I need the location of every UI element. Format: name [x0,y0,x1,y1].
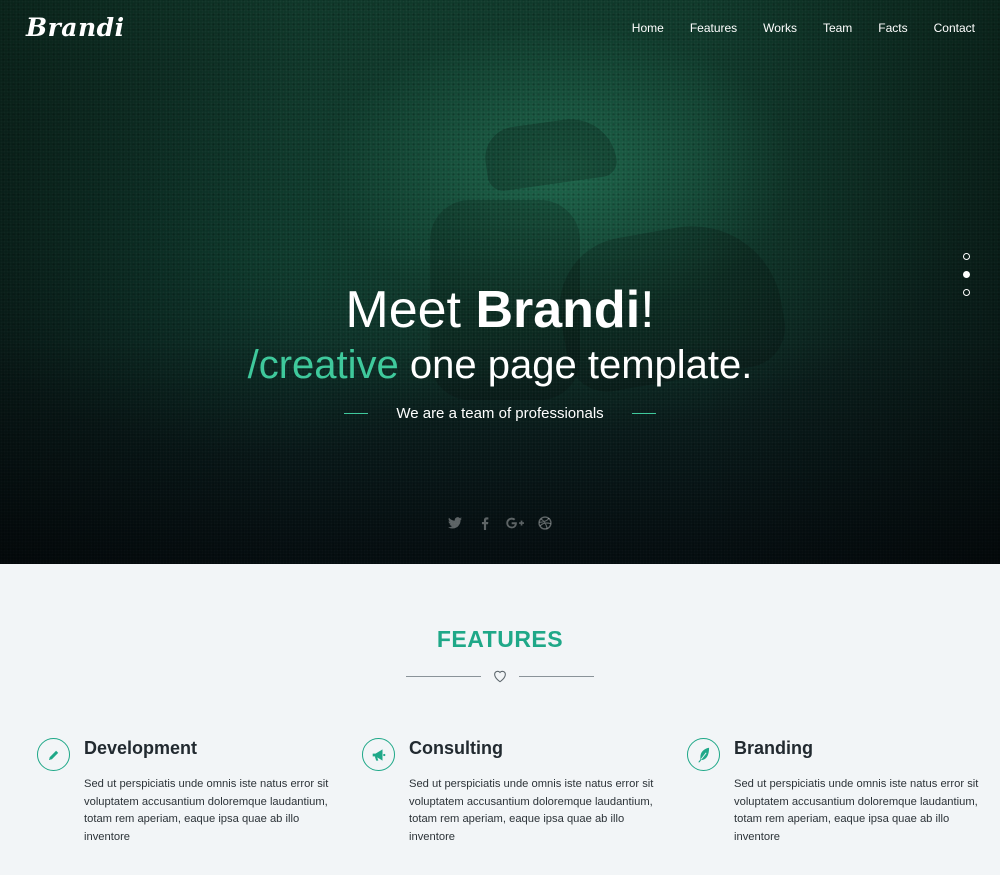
feature-heading: Development [84,738,198,758]
nav-item-works[interactable]: Works [763,21,797,35]
megaphone-icon [362,738,395,771]
twitter-icon[interactable] [446,514,464,532]
hero-section: Brandi Home Features Works Team Facts Co… [0,0,1000,564]
hero-subtitle-rest: one page template. [398,343,753,387]
tagline-divider-right [631,413,656,414]
brand-logo[interactable]: Brandi [26,13,125,42]
hero-subtitle-accent: /creative [247,343,399,387]
nav-item-contact[interactable]: Contact [934,21,975,35]
heart-icon [494,670,506,683]
feather-icon [687,738,720,771]
hero-title: Meet Brandi! [0,280,1000,340]
nav-item-home[interactable]: Home [632,21,664,35]
nav-item-features[interactable]: Features [690,21,737,35]
google-plus-icon[interactable] [506,514,524,532]
facebook-icon[interactable] [476,514,494,532]
dribbble-icon[interactable] [536,514,554,532]
feature-heading: Consulting [409,738,503,758]
pencil-icon [37,738,70,771]
features-title: FEATURES [436,626,564,652]
nav-item-team[interactable]: Team [823,21,852,35]
slider-dot-1[interactable] [963,253,970,260]
hero-tagline-row: We are a team of professionals [0,405,1000,422]
hero-subtitle: /creative one page template. [0,343,1000,388]
divider-line-left [406,675,481,677]
feature-description: Sed ut perspiciatis unde omnis iste natu… [734,778,979,843]
hero-title-prefix: Meet [345,281,476,339]
feature-heading: Branding [734,738,813,758]
divider-line-right [519,675,594,677]
features-divider [406,668,594,684]
feature-description: Sed ut perspiciatis unde omnis iste natu… [84,778,329,843]
hero-title-brand: Brandi [475,281,641,339]
social-links [0,514,1000,532]
features-section: FEATURES Development Sed ut perspiciatis… [0,564,1000,875]
hero-tagline: We are a team of professionals [396,405,604,422]
nav-item-facts[interactable]: Facts [878,21,907,35]
main-nav: Home Features Works Team Facts Contact [606,21,975,35]
hero-title-suffix: ! [640,281,655,339]
tagline-divider-left [344,413,369,414]
slider-dot-2[interactable] [963,271,970,278]
feature-description: Sed ut perspiciatis unde omnis iste natu… [409,778,654,843]
